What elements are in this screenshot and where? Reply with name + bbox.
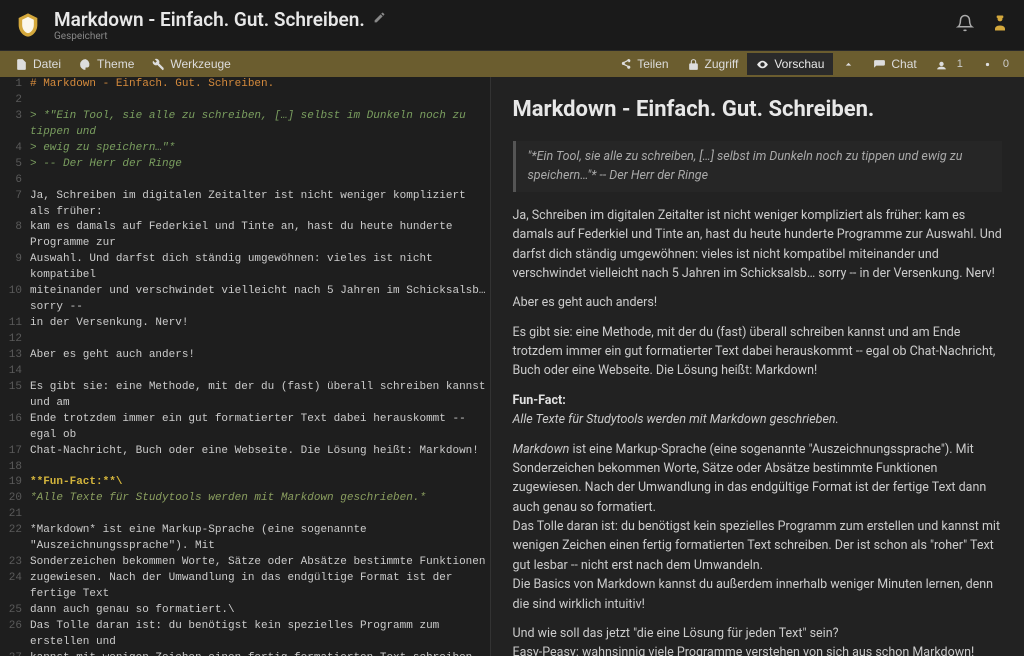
preview-paragraph: Und wie soll das jetzt "die eine Lösung … [513, 624, 1003, 656]
editor-line[interactable]: 18 [0, 460, 490, 476]
editor-line[interactable]: 9Auswahl. Und darfst dich ständig umgewö… [0, 252, 490, 284]
editor-line[interactable]: 15Es gibt sie: eine Methode, mit der du … [0, 380, 490, 412]
views-count[interactable]: 0 [972, 54, 1018, 75]
editor-line[interactable]: 14 [0, 364, 490, 380]
preview-paragraph: Es gibt sie: eine Methode, mit der du (f… [513, 323, 1003, 381]
editor-line[interactable]: 12 [0, 332, 490, 348]
editor-line[interactable]: 4> ewig zu speichern…"* [0, 141, 490, 157]
editor-line[interactable]: 19**Fun-Fact:**\ [0, 475, 490, 491]
editor-line[interactable]: 17Chat-Nachricht, Buch oder eine Webseit… [0, 444, 490, 460]
editor-line[interactable]: 26Das Tolle daran ist: du benötigst kein… [0, 619, 490, 651]
editor-line[interactable]: 7Ja, Schreiben im digitalen Zeitalter is… [0, 189, 490, 221]
editor-line[interactable]: 24zugewiesen. Nach der Umwandlung in das… [0, 571, 490, 603]
share-icon [619, 58, 632, 71]
editor-line[interactable]: 6 [0, 173, 490, 189]
toolbar: Datei Theme Werkzeuge Teilen Zugriff Vor… [0, 51, 1024, 77]
editor-line[interactable]: 3> *"Ein Tool, sie alle zu schreiben, […… [0, 109, 490, 141]
chat-icon [873, 58, 886, 71]
editor-line[interactable]: 20*Alle Texte für Studytools werden mit … [0, 491, 490, 507]
file-icon [15, 58, 28, 71]
access-button[interactable]: Zugriff [678, 53, 748, 75]
share-button[interactable]: Teilen [610, 53, 677, 75]
editor-line[interactable]: 27kannst mit wenigen Zeichen einen ferti… [0, 651, 490, 656]
editor-line[interactable]: 16Ende trotzdem immer ein gut formatiert… [0, 412, 490, 444]
lock-icon [687, 58, 700, 71]
preview-funfact: Fun-Fact:Alle Texte für Studytools werde… [513, 391, 1003, 430]
editor-line[interactable]: 8kam es damals auf Federkiel und Tinte a… [0, 220, 490, 252]
tools-menu[interactable]: Werkzeuge [143, 53, 239, 75]
collapse-button[interactable] [833, 54, 864, 75]
edit-title-icon[interactable] [373, 11, 386, 28]
save-status: Gespeichert [54, 31, 956, 42]
theme-menu[interactable]: Theme [70, 53, 143, 75]
user-menu-icon[interactable] [990, 13, 1010, 37]
palette-icon [79, 58, 92, 71]
preview-button[interactable]: Vorschau [747, 53, 833, 75]
document-title: Markdown - Einfach. Gut. Schreiben. [54, 8, 365, 31]
editor-line[interactable]: 2 [0, 93, 490, 109]
editor-line[interactable]: 13Aber es geht auch anders! [0, 348, 490, 364]
preview-paragraph: Markdown ist eine Markup-Sprache (eine s… [513, 440, 1003, 614]
eye-icon [756, 58, 769, 71]
markdown-editor[interactable]: 1# Markdown - Einfach. Gut. Schreiben.23… [0, 77, 491, 656]
editor-line[interactable]: 25dann auch genau so formatiert.\ [0, 603, 490, 619]
preview-quote: "*Ein Tool, sie alle zu schreiben, […] s… [513, 141, 1003, 192]
chevrons-icon [842, 58, 855, 71]
editor-line[interactable]: 23Sonderzeichen bekommen Worte, Sätze od… [0, 555, 490, 571]
preview-paragraph: Ja, Schreiben im digitalen Zeitalter ist… [513, 206, 1003, 284]
eye-small-icon [981, 58, 994, 71]
users-icon [935, 58, 948, 71]
editor-line[interactable]: 5> -- Der Herr der Ringe [0, 157, 490, 173]
preview-pane: Markdown - Einfach. Gut. Schreiben. "*Ei… [491, 77, 1024, 656]
editor-line[interactable]: 22*Markdown* ist eine Markup-Sprache (ei… [0, 523, 490, 555]
users-count[interactable]: 1 [926, 54, 972, 75]
app-logo-icon [14, 11, 42, 39]
file-menu[interactable]: Datei [6, 53, 70, 75]
editor-line[interactable]: 21 [0, 507, 490, 523]
editor-line[interactable]: 11in der Versenkung. Nerv! [0, 316, 490, 332]
editor-line[interactable]: 1# Markdown - Einfach. Gut. Schreiben. [0, 77, 490, 93]
wrench-icon [152, 58, 165, 71]
chat-button[interactable]: Chat [864, 53, 925, 75]
preview-h1: Markdown - Einfach. Gut. Schreiben. [513, 93, 1003, 127]
preview-paragraph: Aber es geht auch anders! [513, 293, 1003, 312]
app-header: Markdown - Einfach. Gut. Schreiben. Gesp… [0, 0, 1024, 51]
editor-line[interactable]: 10miteinander und verschwindet vielleich… [0, 284, 490, 316]
notifications-icon[interactable] [956, 14, 974, 36]
